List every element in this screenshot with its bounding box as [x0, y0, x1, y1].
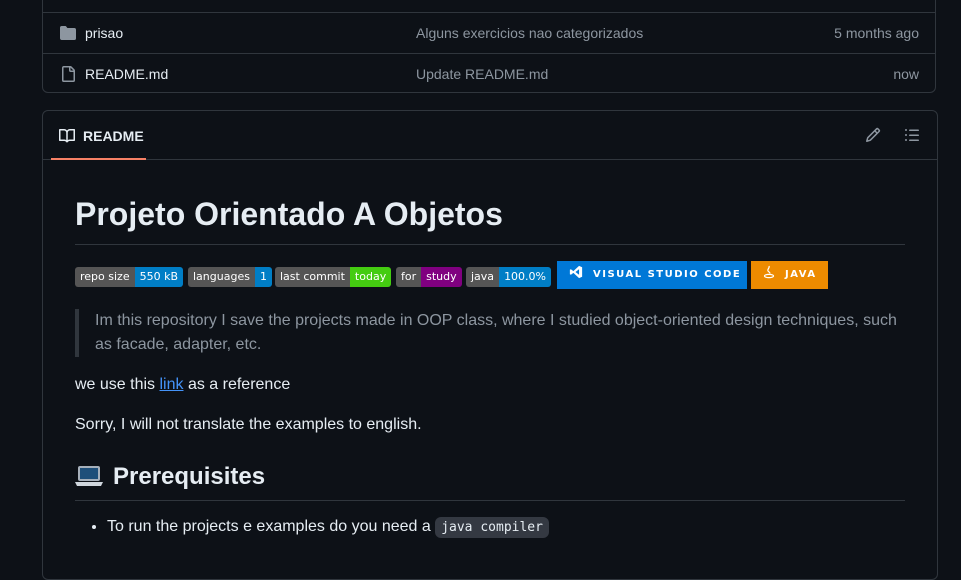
tab-readme[interactable]: README [51, 111, 146, 160]
badge-repo-size[interactable]: repo size 550 kB [75, 267, 184, 287]
badge-java-percent[interactable]: java 100.0% [466, 267, 552, 287]
reference-text-before: we use this [75, 376, 160, 393]
badge-value: today [349, 267, 392, 287]
readme-title: Projeto Orientado A Objetos [75, 194, 905, 245]
badge-for-study[interactable]: for study [396, 267, 462, 287]
badge-big-text: JAVA [785, 269, 817, 280]
badge-value: study [421, 267, 462, 287]
badge-value: 100.0% [499, 267, 552, 287]
prerequisites-heading: Prerequisites [75, 461, 905, 501]
file-row-readme[interactable]: README.md Update README.md now [43, 53, 935, 94]
badge-last-commit[interactable]: last commit today [275, 267, 392, 287]
java-icon [763, 265, 775, 279]
badge-label: java [466, 267, 500, 287]
commit-message[interactable]: Alguns exercicios nao categorizados [416, 25, 643, 41]
folder-icon [60, 26, 76, 40]
file-name[interactable]: README.md [85, 66, 168, 82]
badge-value: 1 [254, 267, 272, 287]
book-icon [59, 128, 75, 143]
readme-header: README [43, 111, 937, 160]
reference-paragraph: we use this link as a reference [75, 373, 290, 397]
reference-text-after: as a reference [183, 376, 291, 393]
laptop-icon [75, 466, 103, 486]
inline-code: java compiler [435, 517, 549, 538]
badge-label: repo size [75, 267, 135, 287]
edit-pencil-icon[interactable] [865, 127, 881, 143]
badge-row: repo size 550 kB languages 1 last commit… [75, 261, 905, 289]
commit-age: 5 months ago [834, 25, 919, 41]
readme-panel: README Projeto Orientado A Objetos repo … [42, 110, 938, 580]
badge-visual-studio-code[interactable]: VISUAL STUDIO CODE [557, 261, 747, 289]
vscode-icon [569, 265, 583, 279]
badge-languages[interactable]: languages 1 [188, 267, 272, 287]
badge-value: 550 kB [134, 267, 184, 287]
badge-label: languages [188, 267, 255, 287]
prerequisites-list: To run the projects e examples do you ne… [75, 515, 549, 540]
reference-link[interactable]: link [159, 376, 183, 393]
commit-message[interactable]: Update README.md [416, 66, 548, 82]
badge-label: last commit [275, 267, 350, 287]
badge-big-text: VISUAL STUDIO CODE [593, 269, 742, 280]
readme-tab-label: README [83, 128, 144, 144]
file-row-prisao[interactable]: prisao Alguns exercicios nao categorizad… [43, 12, 935, 53]
file-name[interactable]: prisao [85, 25, 123, 41]
prerequisites-title: Prerequisites [113, 463, 266, 490]
list-item: To run the projects e examples do you ne… [107, 515, 549, 540]
badge-label: for [396, 267, 422, 287]
commit-age: now [893, 66, 919, 82]
readme-quote: Im this repository I save the projects m… [75, 309, 905, 357]
file-icon [62, 66, 75, 82]
file-list: prisao Alguns exercicios nao categorizad… [42, 0, 936, 93]
sorry-paragraph: Sorry, I will not translate the examples… [75, 416, 422, 433]
prereq-text: To run the projects e examples do you ne… [107, 518, 436, 535]
list-outline-icon[interactable] [904, 127, 920, 143]
badge-java[interactable]: JAVA [751, 261, 828, 289]
